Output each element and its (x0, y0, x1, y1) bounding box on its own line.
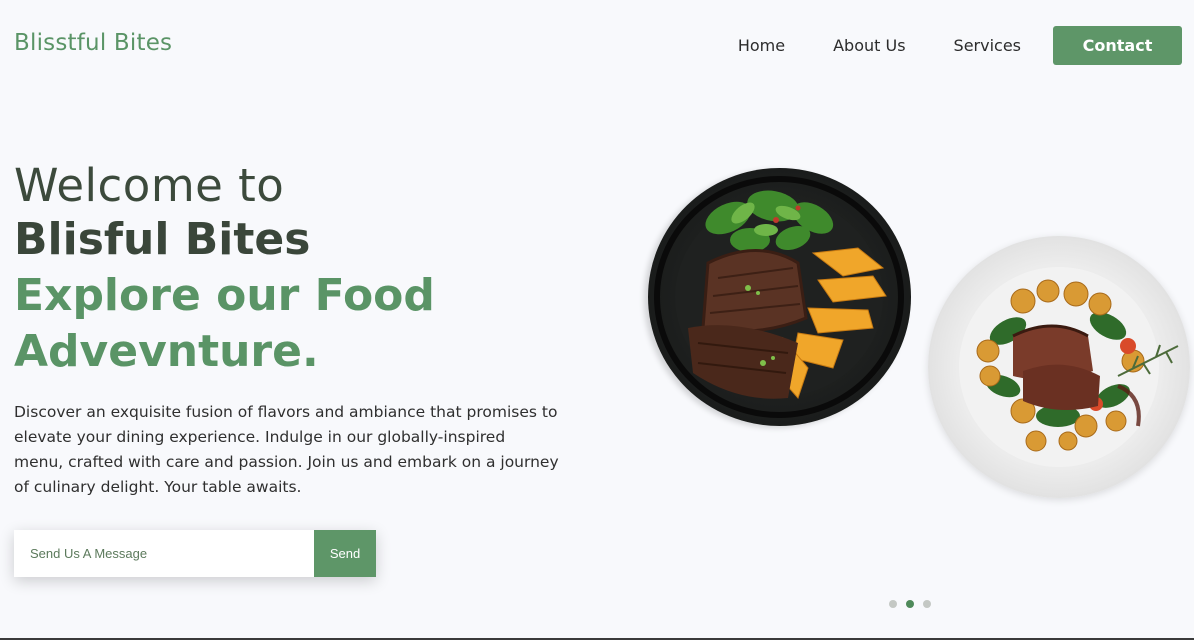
nav-link-about[interactable]: About Us (833, 36, 905, 55)
nav-link-services[interactable]: Services (954, 36, 1021, 55)
hero-description: Discover an exquisite fusion of flavors … (14, 403, 559, 496)
hero-section: Welcome to Blisful Bites Explore our Foo… (14, 160, 574, 500)
hero-heading-adventure: Advevnture. (14, 326, 319, 377)
message-form: Send (14, 530, 376, 577)
message-input[interactable] (14, 530, 314, 577)
landing-page: Blisstful Bites Home About Us Services C… (0, 0, 1194, 640)
hero-heading-name: Blisful Bites (14, 214, 311, 265)
send-button[interactable]: Send (314, 530, 376, 577)
contact-button[interactable]: Contact (1053, 26, 1182, 65)
hero-heading-explore: Explore our Food (14, 270, 435, 321)
steak-wedges-plate-image (648, 168, 911, 426)
nav-link-home[interactable]: Home (738, 36, 785, 55)
hero-heading-welcome: Welcome to (14, 159, 285, 212)
carousel-dot-1[interactable] (889, 600, 897, 608)
steak-potatoes-plate-image (928, 236, 1190, 498)
hero-heading: Welcome to Blisful Bites Explore our Foo… (14, 160, 574, 380)
main-nav: Home About Us Services Contact (738, 26, 1182, 65)
carousel-dots (889, 600, 931, 608)
carousel-dot-2[interactable] (906, 600, 914, 608)
carousel-dot-3[interactable] (923, 600, 931, 608)
brand-logo[interactable]: Blisstful Bites (14, 30, 172, 56)
